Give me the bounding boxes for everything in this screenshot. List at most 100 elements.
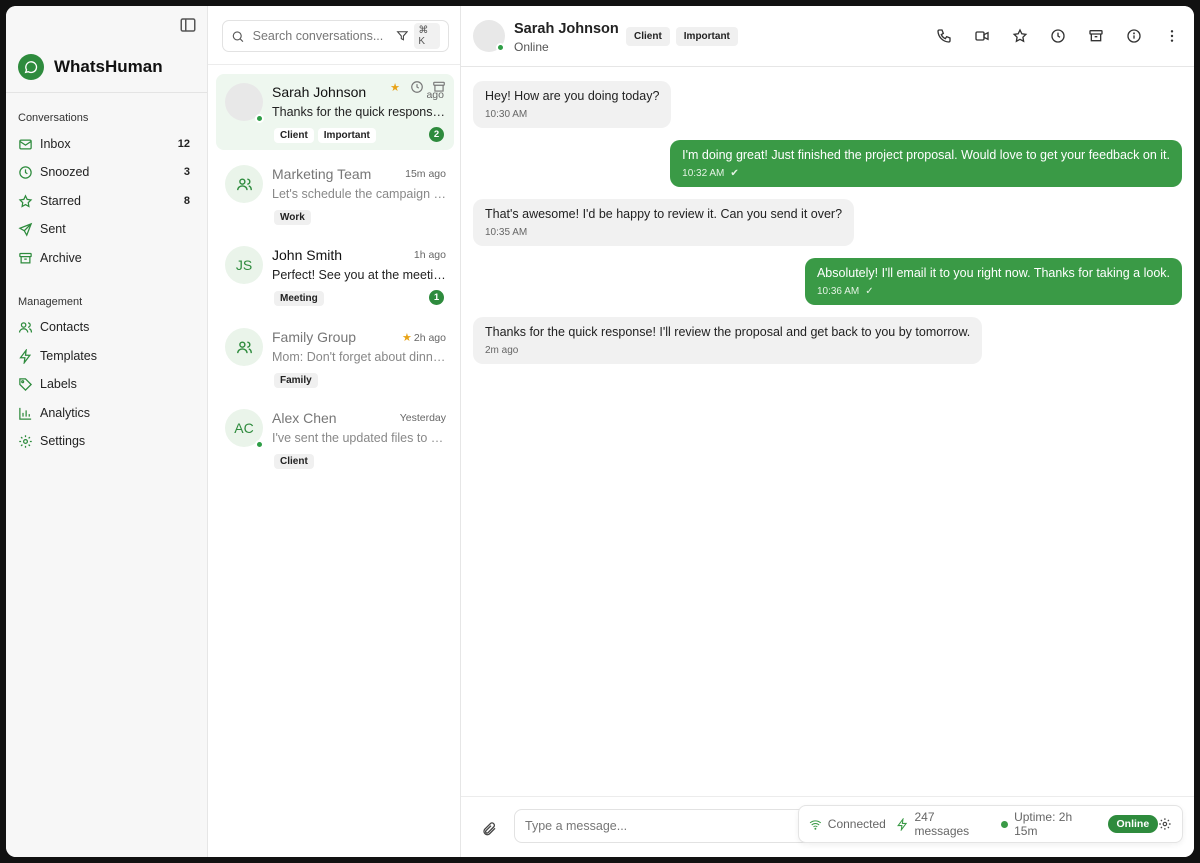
wifi-icon bbox=[809, 818, 822, 831]
message-text: Thanks for the quick response! I'll revi… bbox=[485, 325, 971, 339]
sidebar-item-label: Sent bbox=[40, 222, 66, 236]
star-icon[interactable] bbox=[1012, 28, 1028, 44]
conversation-tags: Client bbox=[274, 454, 314, 469]
online-indicator bbox=[255, 440, 264, 449]
search-input[interactable] bbox=[252, 29, 388, 43]
snoozed-count: 3 bbox=[183, 166, 190, 178]
filter-icon[interactable] bbox=[396, 29, 409, 43]
sidebar-item-analytics[interactable]: Analytics bbox=[14, 400, 196, 426]
status-badge: Online bbox=[1107, 815, 1159, 833]
sidebar-item-label: Templates bbox=[40, 349, 97, 363]
conversation-preview: Let's schedule the campaign review bbox=[272, 187, 448, 201]
gear-icon[interactable] bbox=[1158, 817, 1172, 831]
app-window: WhatsHuman Conversations Inbox 12 Snooze… bbox=[6, 6, 1194, 857]
whatsapp-logo-icon bbox=[18, 54, 44, 80]
conversation-name: Alex Chen bbox=[272, 410, 337, 426]
conversation-item-alex-chen[interactable]: AC Alex Chen Yesterday I've sent the upd… bbox=[216, 400, 454, 476]
sidebar-item-label: Labels bbox=[40, 377, 77, 391]
group-avatar bbox=[225, 328, 263, 366]
message-time: 10:35 AM bbox=[485, 227, 528, 238]
sidebar-item-label: Contacts bbox=[40, 320, 90, 334]
phone-icon[interactable] bbox=[936, 28, 952, 44]
message-time: 10:36 AM bbox=[816, 286, 860, 297]
conversation-time: Yesterday bbox=[399, 412, 446, 424]
tag: Important bbox=[317, 128, 376, 143]
sidebar-item-label: Settings bbox=[40, 434, 86, 448]
avatar: JS bbox=[225, 246, 263, 284]
inbox-count: 12 bbox=[177, 138, 190, 150]
conversation-preview: Mom: Don't forget about dinner tonight bbox=[272, 350, 448, 364]
conversation-item-sarah-johnson[interactable]: Sarah Johnson ★ ago Thanks for the quick… bbox=[216, 74, 454, 150]
sidebar-item-label: Snoozed bbox=[40, 165, 90, 179]
message-text: I'm doing great! Just finished the proje… bbox=[682, 148, 1170, 162]
message-count: 247 messages bbox=[914, 810, 970, 838]
conversation-preview: Perfect! See you at the meeting tomorrow bbox=[272, 268, 448, 282]
conversation-time: 15m ago bbox=[405, 168, 446, 180]
tag: Family bbox=[274, 373, 318, 388]
section-heading-conversations: Conversations bbox=[18, 112, 89, 124]
clock-icon[interactable] bbox=[410, 80, 424, 94]
tag: Client bbox=[626, 27, 670, 46]
connection-status: Connected bbox=[827, 817, 886, 831]
sidebar-item-contacts[interactable]: Contacts bbox=[14, 314, 196, 340]
section-heading-management: Management bbox=[18, 296, 83, 308]
unread-badge: 1 bbox=[429, 290, 444, 305]
divider bbox=[208, 64, 460, 65]
tag: Client bbox=[274, 128, 314, 143]
chat-header: Sarah Johnson Online Client Important bbox=[461, 6, 1194, 67]
message-time: 10:30 AM bbox=[485, 109, 528, 120]
star-icon: ★ bbox=[402, 332, 412, 344]
sidebar-item-settings[interactable]: Settings bbox=[14, 428, 196, 454]
paperclip-icon[interactable] bbox=[481, 821, 497, 837]
sidebar-item-label: Starred bbox=[40, 194, 81, 208]
activity-icon bbox=[896, 817, 909, 831]
inbox-icon bbox=[18, 137, 33, 152]
users-icon bbox=[236, 339, 253, 356]
message-text: Hey! How are you doing today? bbox=[485, 89, 660, 103]
tag: Work bbox=[274, 210, 311, 225]
star-icon bbox=[18, 193, 33, 209]
starred-count: 8 bbox=[183, 195, 190, 207]
message-incoming: Thanks for the quick response! I'll revi… bbox=[473, 317, 983, 364]
app-name: WhatsHuman bbox=[54, 57, 163, 76]
group-avatar bbox=[225, 165, 263, 203]
online-indicator bbox=[496, 43, 505, 52]
sidebar-item-snoozed[interactable]: Snoozed 3 bbox=[14, 159, 196, 185]
sidebar-item-label: Archive bbox=[40, 251, 82, 265]
conversation-name: John Smith bbox=[272, 247, 343, 263]
sidebar-item-archive[interactable]: Archive bbox=[14, 245, 196, 271]
search-bar: ⌘ K bbox=[222, 20, 449, 52]
sidebar-toggle-icon[interactable] bbox=[179, 16, 197, 34]
message-incoming: Hey! How are you doing today? 10:30 AM bbox=[473, 81, 672, 128]
sidebar-item-labels[interactable]: Labels bbox=[14, 371, 196, 397]
conversation-item-john-smith[interactable]: JS John Smith 1h ago Perfect! See you at… bbox=[216, 237, 454, 313]
bar-chart-icon bbox=[18, 406, 33, 421]
sidebar-item-inbox[interactable]: Inbox 12 bbox=[14, 131, 196, 157]
conversation-preview: Thanks for the quick response! I'll revi… bbox=[272, 105, 448, 119]
contact-name: Sarah Johnson bbox=[514, 21, 619, 37]
conversation-time: ago bbox=[426, 89, 444, 101]
message-input[interactable] bbox=[525, 819, 803, 833]
send-icon bbox=[18, 222, 33, 237]
sidebar-item-starred[interactable]: Starred 8 bbox=[14, 188, 196, 214]
sidebar-item-templates[interactable]: Templates bbox=[14, 343, 196, 369]
star-icon[interactable]: ★ bbox=[390, 81, 400, 94]
video-icon[interactable] bbox=[974, 28, 990, 44]
status-bar: Connected 247 messages Uptime: 2h 15m On… bbox=[798, 805, 1183, 843]
tag: Client bbox=[274, 454, 314, 469]
info-icon[interactable] bbox=[1126, 28, 1142, 44]
conversation-name: Family Group bbox=[272, 329, 357, 345]
conversation-item-marketing-team[interactable]: Marketing Team 15m ago Let's schedule th… bbox=[216, 156, 454, 232]
more-vertical-icon[interactable] bbox=[1164, 28, 1180, 44]
conversation-item-family-group[interactable]: Family Group ★ 2h ago Mom: Don't forget a… bbox=[216, 319, 454, 395]
clock-icon[interactable] bbox=[1050, 28, 1066, 44]
conversation-time: 1h ago bbox=[413, 249, 446, 261]
users-icon bbox=[18, 320, 33, 335]
conversation-name: Sarah Johnson bbox=[272, 84, 367, 100]
archive-icon[interactable] bbox=[1088, 28, 1104, 44]
chat-actions bbox=[936, 28, 1180, 44]
sidebar-item-sent[interactable]: Sent bbox=[14, 216, 196, 242]
conversation-tags: Family bbox=[274, 373, 318, 388]
tag: Meeting bbox=[274, 291, 324, 306]
message-composer bbox=[514, 809, 814, 843]
